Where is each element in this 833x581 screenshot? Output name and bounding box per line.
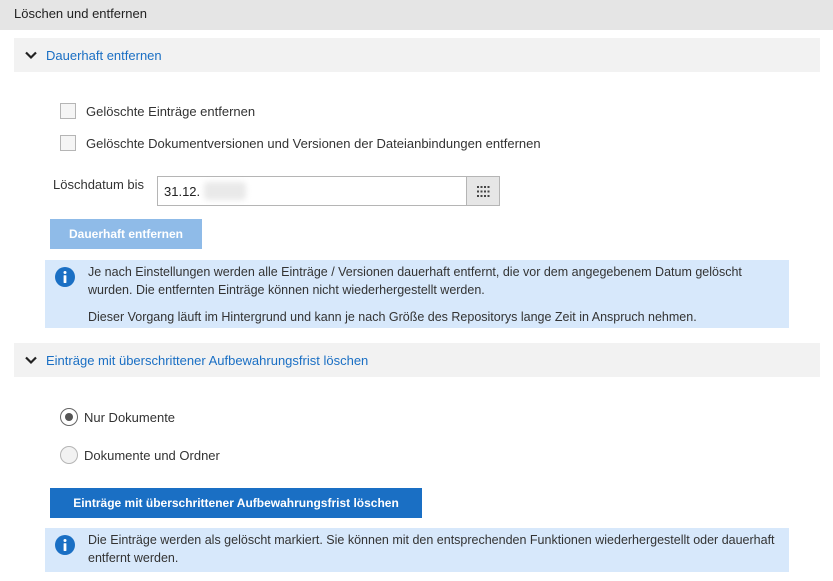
section-header-label: Einträge mit überschrittener Aufbewahrun… [46,352,369,368]
section-header-dauerhaft-entfernen[interactable]: Dauerhaft entfernen [14,38,820,72]
info-text: Dieser Vorgang läuft im Hintergrund und … [88,310,697,324]
info-text: Die Einträge werden als gelöscht markier… [88,533,775,565]
checkbox-label: Gelöschte Dokumentversionen und Versione… [86,135,541,151]
redacted-year [204,182,246,200]
info-box-remove: Je nach Einstellungen werden alle Einträ… [45,260,789,328]
checkbox-label: Gelöschte Einträge entfernen [86,103,256,119]
radio-option-documents[interactable]: Nur Dokumente [60,408,175,426]
radio-selected-dot [65,413,73,421]
remove-permanently-button[interactable]: Dauerhaft entfernen [50,219,202,249]
radio-label: Dokumente und Ordner [84,447,220,463]
chevron-down-icon [25,51,37,60]
section-header-retention[interactable]: Einträge mit überschrittener Aufbewahrun… [14,343,820,377]
chevron-down-icon [25,356,37,365]
info-icon [55,267,75,287]
date-label: Löschdatum bis [53,177,145,192]
calendar-button[interactable] [466,176,500,206]
radio-label: Nur Dokumente [84,409,176,425]
info-icon [55,535,75,555]
panel-title: Löschen und entfernen [0,0,833,30]
checkbox-deleted-versions[interactable] [60,135,76,151]
radio-option-documents-folders[interactable]: Dokumente und Ordner [60,446,220,464]
delete-expired-retention-button[interactable]: Einträge mit überschrittener Aufbewahrun… [50,488,422,518]
calendar-grid-icon [476,185,489,197]
panel-title-text: Löschen und entfernen [14,6,147,21]
checkbox-row-versions[interactable]: Gelöschte Dokumentversionen und Versione… [60,135,541,151]
checkbox-deleted-entries[interactable] [60,103,76,119]
section-header-label: Dauerhaft entfernen [46,47,162,63]
info-text: Je nach Einstellungen werden alle Einträ… [88,265,742,297]
radio-documents-only[interactable] [60,408,78,426]
checkbox-row-entries[interactable]: Gelöschte Einträge entfernen [60,103,255,119]
radio-documents-and-folders[interactable] [60,446,78,464]
info-box-retention: Die Einträge werden als gelöscht markier… [45,528,789,572]
